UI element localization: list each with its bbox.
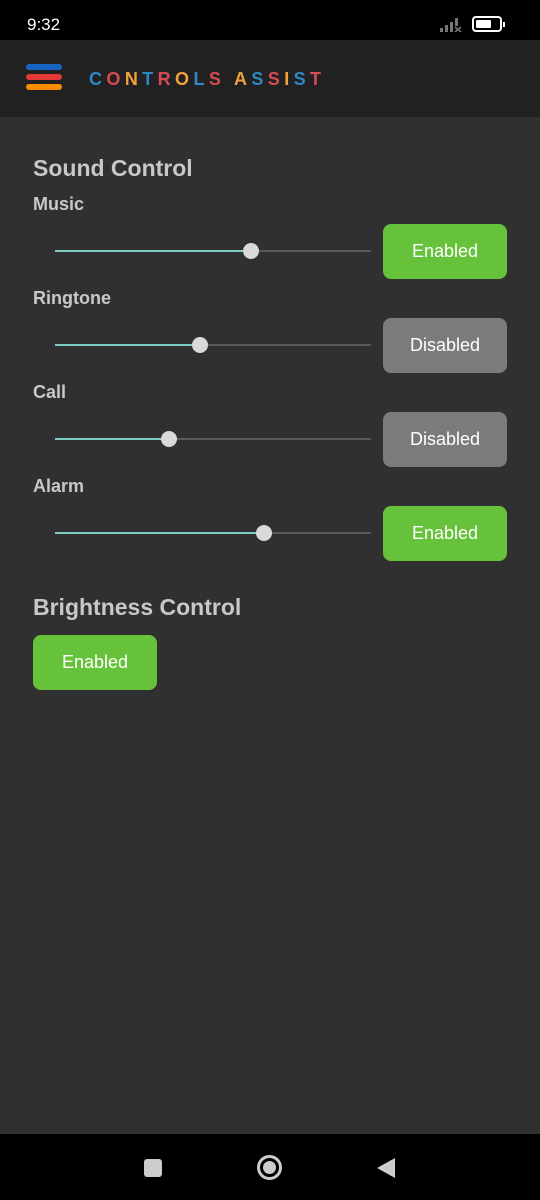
- call-toggle-button[interactable]: Disabled: [383, 412, 507, 467]
- ringtone-volume-slider[interactable]: [55, 335, 371, 355]
- signal-icon: [440, 18, 462, 32]
- app-title: CONTROLS ASSIST: [89, 69, 326, 89]
- slider-thumb[interactable]: [255, 525, 272, 541]
- sound-control-heading: Sound Control: [33, 155, 193, 181]
- home-button[interactable]: [257, 1155, 282, 1180]
- alarm-volume-slider[interactable]: [55, 523, 371, 543]
- call-label: Call: [33, 382, 67, 402]
- back-button[interactable]: [375, 1156, 397, 1180]
- status-time: 9:32: [27, 15, 61, 34]
- status-bar: 9:32: [0, 0, 540, 40]
- brightness-toggle-button[interactable]: Enabled: [33, 635, 157, 690]
- battery-icon: [472, 16, 505, 32]
- music-volume-slider[interactable]: [55, 241, 371, 261]
- brightness-control-heading: Brightness Control: [33, 594, 242, 620]
- ringtone-toggle-button[interactable]: Disabled: [383, 318, 507, 373]
- slider-thumb[interactable]: [160, 431, 177, 447]
- alarm-label: Alarm: [33, 476, 85, 496]
- navigation-bar: [0, 1134, 540, 1200]
- slider-thumb[interactable]: [192, 337, 209, 353]
- slider-thumb[interactable]: [242, 243, 259, 259]
- recents-button[interactable]: [144, 1159, 162, 1177]
- music-toggle-button[interactable]: Enabled: [383, 224, 507, 279]
- app-bar: CONTROLS ASSIST: [0, 40, 540, 117]
- call-volume-slider[interactable]: [55, 429, 371, 449]
- menu-icon[interactable]: [26, 64, 62, 94]
- music-label: Music: [33, 194, 85, 214]
- ringtone-label: Ringtone: [33, 288, 111, 308]
- alarm-toggle-button[interactable]: Enabled: [383, 506, 507, 561]
